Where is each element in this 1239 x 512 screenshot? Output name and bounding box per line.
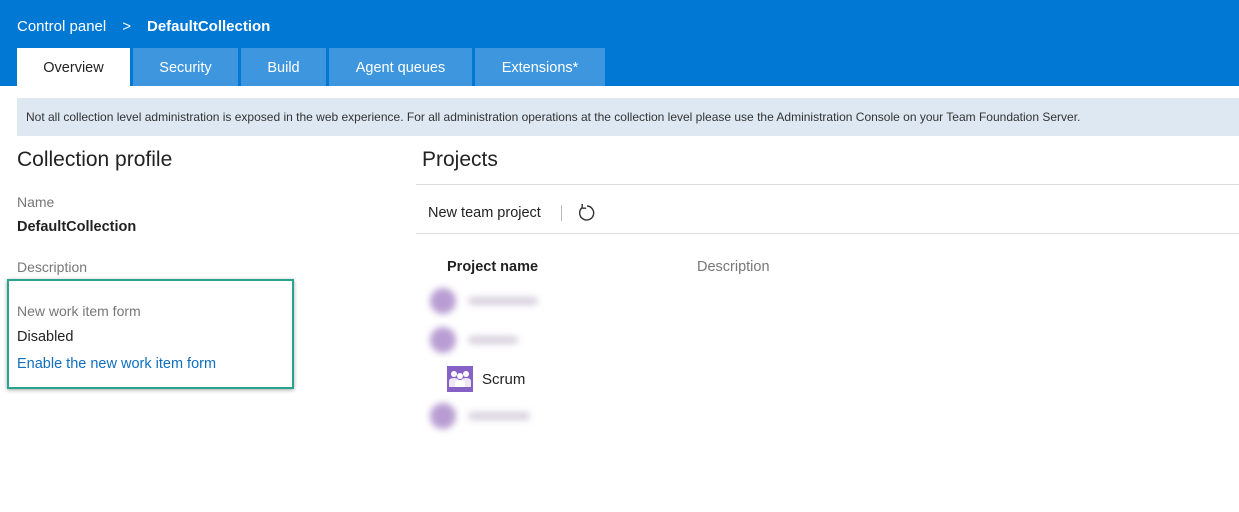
project-avatar (430, 403, 456, 429)
name-value: DefaultCollection (17, 219, 137, 235)
project-avatar (430, 288, 456, 314)
work-item-form-status: Disabled (17, 329, 74, 345)
toolbar-divider (560, 205, 562, 221)
info-banner: Not all collection level administration … (17, 98, 1239, 136)
project-row-blurred[interactable] (430, 398, 530, 434)
team-project-icon (447, 366, 473, 392)
divider (416, 184, 1239, 185)
enable-work-item-form-link[interactable]: Enable the new work item form (17, 356, 216, 372)
work-item-form-label: New work item form (17, 303, 141, 319)
project-name-blurred (468, 297, 538, 305)
project-name-blurred (468, 336, 518, 344)
project-row-scrum[interactable]: Scrum (447, 366, 525, 392)
project-avatar (430, 327, 456, 353)
breadcrumb: Control panel > DefaultCollection (17, 16, 270, 36)
top-bar: Control panel > DefaultCollection Overvi… (0, 0, 1239, 86)
name-label: Name (17, 194, 55, 210)
breadcrumb-current[interactable]: DefaultCollection (147, 18, 270, 35)
breadcrumb-separator: > (122, 17, 131, 35)
collection-profile-panel: Collection profile Name DefaultCollectio… (17, 140, 397, 275)
column-header-project-name[interactable]: Project name (447, 259, 538, 275)
column-header-description[interactable]: Description (697, 259, 770, 275)
tab-overview[interactable]: Overview (17, 48, 130, 86)
refresh-icon[interactable] (576, 202, 598, 224)
project-row-blurred[interactable] (430, 283, 538, 319)
project-row-blurred[interactable] (430, 322, 518, 358)
tab-bar: Overview Security Build Agent queues Ext… (17, 48, 608, 86)
tab-build[interactable]: Build (241, 48, 326, 86)
tab-agent-queues[interactable]: Agent queues (329, 48, 472, 86)
project-name-blurred (468, 412, 530, 420)
project-name[interactable]: Scrum (482, 371, 525, 388)
tab-extensions[interactable]: Extensions* (475, 48, 605, 86)
new-team-project-button[interactable]: New team project (428, 205, 541, 221)
divider (416, 233, 1239, 234)
breadcrumb-control-panel[interactable]: Control panel (17, 18, 106, 35)
projects-title: Projects (422, 148, 498, 171)
projects-toolbar: New team project (428, 198, 598, 228)
tab-security[interactable]: Security (133, 48, 238, 86)
collection-profile-title: Collection profile (17, 148, 173, 171)
description-label: Description (17, 259, 88, 275)
